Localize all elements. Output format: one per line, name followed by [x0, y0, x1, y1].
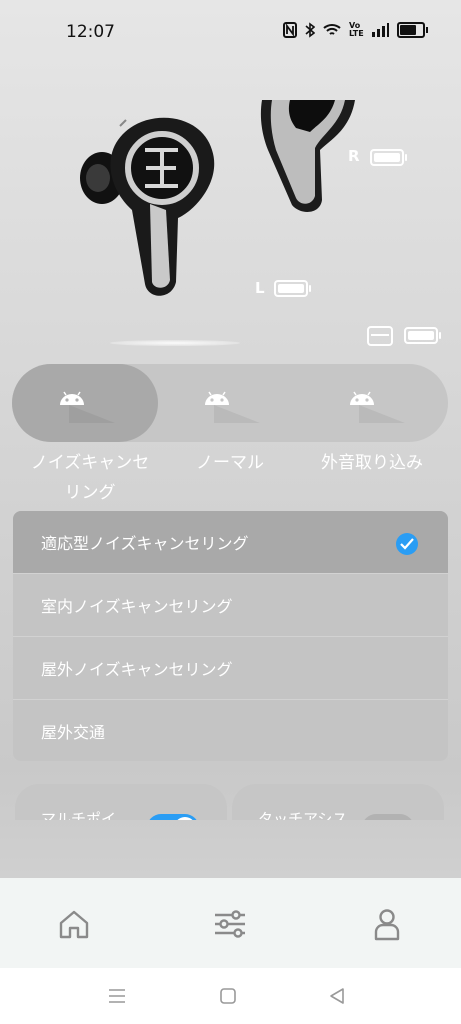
bluetooth-icon — [305, 22, 315, 38]
touch-assist-label: タッチアシス — [258, 810, 348, 820]
equalizer-icon — [215, 910, 245, 938]
anc-option-label: 屋外ノイズキャンセリング — [41, 660, 233, 679]
bottom-nav — [0, 878, 461, 968]
mode-noise-cancelling-label: ノイズキャンセ リング — [15, 448, 165, 508]
sys-home-button[interactable] — [218, 986, 238, 1006]
anc-option-traffic[interactable]: 屋外交通 — [13, 699, 448, 761]
anc-option-label: 室内ノイズキャンセリング — [41, 597, 233, 616]
nav-equalizer[interactable] — [212, 906, 248, 942]
wifi-icon — [323, 24, 341, 35]
menu-icon — [109, 989, 125, 1003]
feature-cards: マルチポイ タッチアシス — [0, 784, 461, 820]
multipoint-toggle[interactable] — [147, 814, 199, 820]
system-nav — [0, 968, 461, 1024]
android-icon — [60, 391, 115, 423]
check-icon — [396, 533, 418, 555]
mode-label-line1: ノイズキャンセ — [30, 453, 150, 473]
home-icon — [59, 910, 89, 939]
android-icon — [350, 391, 405, 423]
status-icons: Vo LTE — [283, 21, 428, 38]
multipoint-label: マルチポイ — [41, 810, 117, 820]
right-battery-icon — [370, 149, 407, 166]
nav-profile[interactable] — [369, 906, 405, 942]
mode-ambient-button[interactable] — [302, 364, 448, 442]
nfc-icon — [283, 22, 297, 38]
case-battery-icon — [404, 327, 441, 344]
android-icon — [205, 391, 260, 423]
status-time: 12:07 — [66, 22, 115, 42]
anc-option-outdoor[interactable]: 屋外ノイズキャンセリング — [13, 636, 448, 699]
anc-option-label: 屋外交通 — [41, 723, 106, 742]
glow-divider — [110, 340, 240, 346]
battery-icon — [397, 22, 428, 38]
mode-label-line2: リング — [64, 483, 116, 503]
earbuds-image — [80, 100, 355, 296]
profile-icon — [374, 909, 400, 941]
multipoint-card[interactable]: マルチポイ — [15, 784, 227, 820]
right-label: R — [348, 147, 360, 165]
left-label: L — [255, 279, 265, 297]
nav-home[interactable] — [56, 906, 92, 942]
anc-options-list: 適応型ノイズキャンセリング 室内ノイズキャンセリング 屋外ノイズキャンセリング … — [13, 511, 448, 761]
sys-menu-button[interactable] — [107, 986, 127, 1006]
status-bar: 12:07 Vo LTE — [0, 0, 461, 60]
touch-assist-card[interactable]: タッチアシス — [232, 784, 444, 820]
mode-noise-cancelling-button[interactable] — [12, 364, 158, 442]
mode-ambient-label: 外音取り込み — [321, 453, 423, 473]
anc-option-adaptive[interactable]: 適応型ノイズキャンセリング — [13, 511, 448, 573]
home-square-icon — [220, 988, 236, 1004]
back-triangle-icon — [330, 988, 344, 1004]
mode-selector — [12, 364, 448, 442]
earbuds-illustration: R L — [0, 95, 461, 355]
mode-normal-button[interactable] — [157, 364, 303, 442]
anc-option-label: 適応型ノイズキャンセリング — [41, 534, 249, 553]
mode-normal-label: ノーマル — [196, 453, 264, 473]
touch-assist-toggle[interactable] — [362, 814, 414, 820]
anc-option-indoor[interactable]: 室内ノイズキャンセリング — [13, 573, 448, 636]
left-battery-icon — [274, 280, 311, 297]
sys-back-button[interactable] — [328, 986, 348, 1006]
case-icon — [367, 326, 393, 346]
volte-icon: Vo LTE — [349, 21, 364, 38]
signal-icon — [372, 23, 389, 37]
